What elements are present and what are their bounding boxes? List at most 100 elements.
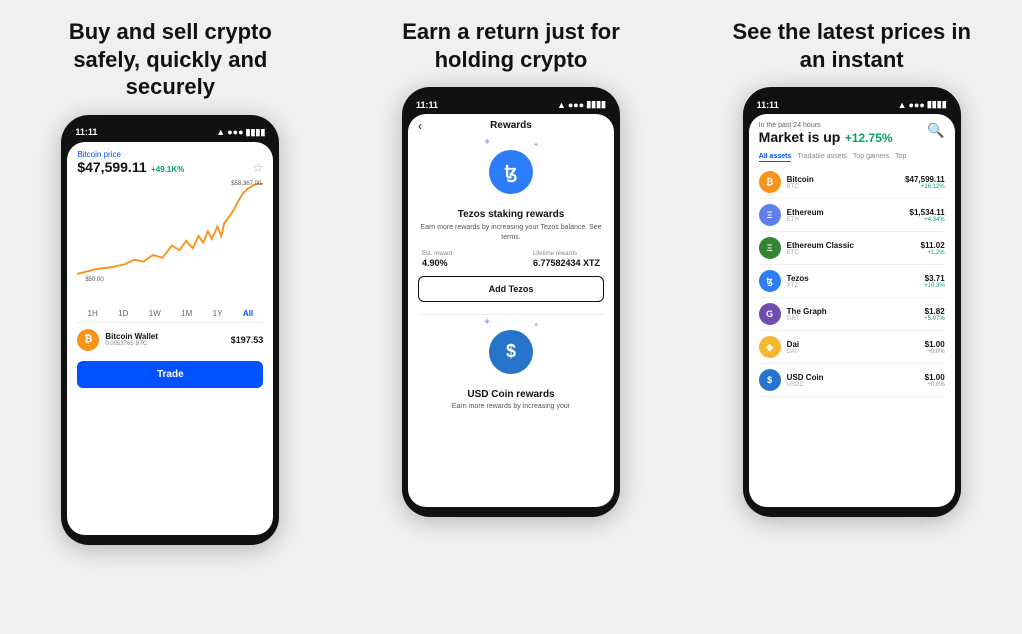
asset-ticker: GRT — [787, 316, 924, 322]
asset-price: $3.71 — [924, 274, 945, 283]
asset-icon: $ — [759, 369, 781, 391]
p2-content: ‹ Rewards ✦ ✦ ꜩ Tezos staking rewards Ea… — [408, 114, 614, 507]
asset-row[interactable]: G The Graph GRT $1.82 +5.07% — [759, 298, 945, 331]
back-button[interactable]: ‹ — [418, 119, 422, 133]
filter-top-gainers[interactable]: Top gainers — [853, 153, 889, 162]
filter-tradable[interactable]: Tradable assets — [797, 153, 847, 162]
reward-stats: Est. reward 4.90% Lifetime rewards 6.775… — [418, 251, 604, 268]
asset-price: $1.82 — [924, 307, 945, 316]
est-reward-stat: Est. reward 4.90% — [422, 251, 452, 268]
price-label: Bitcoin price — [77, 150, 263, 159]
asset-name-col: Ethereum Classic ETC — [787, 241, 921, 256]
asset-price: $1,534.11 — [910, 208, 945, 217]
sparkle-icon-3: ✦ — [483, 317, 491, 328]
asset-row[interactable]: Ξ Ethereum ETH $1,534.11 +4.34% — [759, 199, 945, 232]
filter-all[interactable]: All — [243, 309, 253, 318]
wallet-name: Bitcoin Wallet — [105, 332, 158, 341]
phone-3-screen: In the past 24 hours Market is up +12.75… — [749, 114, 955, 507]
market-header: In the past 24 hours Market is up +12.75… — [759, 122, 945, 147]
asset-price: $1.00 — [925, 340, 945, 349]
asset-ticker: USDC — [787, 382, 925, 388]
chart-line — [77, 183, 263, 273]
asset-change: +5.07% — [924, 316, 945, 322]
asset-name: Ethereum Classic — [787, 241, 921, 250]
search-icon[interactable]: 🔍 — [927, 122, 944, 139]
phone-1-status-bar: 11:11 ▲ ●●● ▮▮▮▮ — [67, 125, 273, 142]
phone-1: 11:11 ▲ ●●● ▮▮▮▮ Bitcoin price $47,599.1… — [61, 115, 279, 545]
panel-2: Earn a return just for holding crypto 11… — [341, 0, 682, 634]
filter-1y[interactable]: 1Y — [213, 309, 223, 318]
filter-1h[interactable]: 1H — [88, 309, 98, 318]
chart-high-label: $58,367.00 — [231, 181, 261, 187]
filter-all-assets[interactable]: All assets — [759, 153, 792, 162]
asset-row[interactable]: $ USD Coin USDC $1.00 +0.0% — [759, 364, 945, 397]
wallet-usd-amount: $197.53 — [231, 335, 264, 345]
asset-name: The Graph — [787, 307, 924, 316]
asset-row[interactable]: ₿ Bitcoin BTC $47,599.11 +16.12% — [759, 166, 945, 199]
asset-icon: Ξ — [759, 204, 781, 226]
wallet-row: ₿ Bitcoin Wallet 0.0053765 BTC $197.53 — [77, 322, 263, 357]
asset-icon: ₿ — [759, 171, 781, 193]
filter-1d[interactable]: 1D — [118, 309, 128, 318]
usdc-desc: Earn more rewards by increasing your — [452, 403, 570, 410]
asset-price: $11.02 — [921, 241, 945, 250]
asset-price: $1.00 — [925, 373, 945, 382]
asset-name: Tezos — [787, 274, 924, 283]
asset-row[interactable]: ꜩ Tezos XTZ $3.71 +10.3% — [759, 265, 945, 298]
asset-row[interactable]: Ξ Ethereum Classic ETC $11.02 +1.2% — [759, 232, 945, 265]
usdc-section: ✦ ✦ $ USD Coin rewards Earn more rewards… — [418, 314, 604, 414]
time-filter-bar: 1H 1D 1W 1M 1Y All — [77, 305, 263, 322]
asset-icon: ◈ — [759, 336, 781, 358]
filter-1m[interactable]: 1M — [181, 309, 192, 318]
chart-svg — [77, 181, 263, 291]
usdc-logo: $ — [489, 330, 533, 374]
p3-content: In the past 24 hours Market is up +12.75… — [749, 114, 955, 507]
bitcoin-price: $47,599.11 — [77, 159, 146, 175]
signal-icons: ▲ ●●● ▮▮▮▮ — [216, 127, 265, 138]
favorite-icon[interactable]: ☆ — [253, 161, 264, 175]
asset-price: $47,599.11 — [905, 175, 945, 184]
asset-price-col: $47,599.11 +16.12% — [905, 175, 945, 190]
asset-name-col: Dai DAI — [787, 340, 925, 355]
asset-price-col: $1.00 +0.0% — [925, 340, 945, 355]
panel-3: See the latest prices in an instant 11:1… — [681, 0, 1022, 634]
market-label: In the past 24 hours — [759, 122, 893, 129]
phone-1-time: 11:11 — [75, 127, 97, 137]
asset-change: +4.34% — [910, 217, 945, 223]
asset-ticker: BTC — [787, 184, 905, 190]
asset-name-col: Bitcoin BTC — [787, 175, 905, 190]
panel-2-title: Earn a return just for holding crypto — [376, 18, 646, 73]
bitcoin-wallet-icon: ₿ — [77, 329, 99, 351]
panel-3-title: See the latest prices in an instant — [717, 18, 987, 73]
phone-2-status-bar: 11:11 ▲ ●●● ▮▮▮▮ — [408, 97, 614, 114]
phone-3: 11:11 ▲ ●●● ▮▮▮▮ In the past 24 hours Ma… — [743, 87, 961, 517]
sparkle-icon-2: ✦ — [533, 141, 539, 149]
phone-2-time: 11:11 — [416, 100, 438, 110]
asset-price-col: $1.82 +5.07% — [924, 307, 945, 322]
tezos-section: ✦ ✦ ꜩ Tezos staking rewards Earn more re… — [418, 137, 604, 306]
asset-price-col: $3.71 +10.3% — [924, 274, 945, 289]
asset-icon: ꜩ — [759, 270, 781, 292]
asset-ticker: ETC — [787, 250, 921, 256]
tezos-reward-title: Tezos staking rewards — [458, 209, 565, 220]
asset-price-col: $1,534.11 +4.34% — [910, 208, 945, 223]
sparkle-icon-4: ✦ — [533, 321, 539, 329]
est-reward-value: 4.90% — [422, 258, 452, 268]
est-reward-label: Est. reward — [422, 251, 452, 257]
asset-name-col: Tezos XTZ — [787, 274, 924, 289]
asset-row[interactable]: ◈ Dai DAI $1.00 +0.0% — [759, 331, 945, 364]
asset-ticker: DAI — [787, 349, 925, 355]
panel-1: Buy and sell crypto safely, quickly and … — [0, 0, 341, 634]
asset-ticker: ETH — [787, 217, 910, 223]
tezos-reward-desc: Earn more rewards by increasing your Tez… — [418, 223, 604, 243]
asset-name: Dai — [787, 340, 925, 349]
filter-top[interactable]: Top — [895, 153, 906, 162]
market-filter-tabs: All assets Tradable assets Top gainers T… — [759, 153, 945, 162]
signal-icons-3: ▲ ●●● ▮▮▮▮ — [898, 99, 947, 110]
filter-1w[interactable]: 1W — [149, 309, 161, 318]
add-tezos-button[interactable]: Add Tezos — [418, 276, 604, 302]
rewards-title: Rewards — [490, 120, 532, 131]
trade-button[interactable]: Trade — [77, 361, 263, 388]
asset-change: +10.3% — [924, 283, 945, 289]
asset-ticker: XTZ — [787, 283, 924, 289]
